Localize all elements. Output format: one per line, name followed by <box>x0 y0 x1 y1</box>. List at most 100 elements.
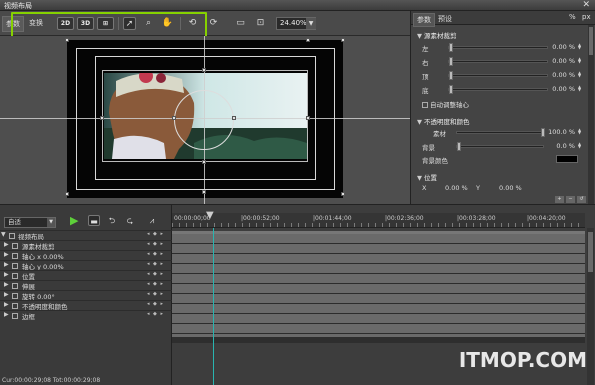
tab-presets[interactable]: 预设 <box>435 13 455 25</box>
tab-panel-parameters[interactable]: 参数 <box>413 13 435 27</box>
source-opacity-slider[interactable] <box>456 128 545 137</box>
corner-handle[interactable] <box>341 192 345 196</box>
crop-top-slider[interactable] <box>448 71 548 80</box>
track-checkbox[interactable] <box>12 283 18 289</box>
track-row[interactable]: ▶ 位置 ◂ ◆ ▸ <box>0 270 172 281</box>
spin-arrows-icon[interactable]: ▲ ▼ <box>578 142 582 149</box>
corner-handle[interactable] <box>65 192 69 196</box>
position-x-value[interactable]: 0.00 % <box>445 184 468 192</box>
scroll-thumb[interactable] <box>588 232 593 272</box>
chevron-down-icon[interactable]: ▼ <box>47 218 55 227</box>
track-checkbox[interactable] <box>12 253 18 259</box>
resize-handle[interactable] <box>202 190 206 194</box>
source-opacity-value[interactable]: 100.0 % <box>548 128 575 136</box>
keyframe-rows[interactable] <box>172 231 585 337</box>
safe-area-icon[interactable]: ▭ <box>234 17 247 30</box>
resize-handle[interactable] <box>202 160 206 164</box>
crop-top-value[interactable]: 0.00 % <box>552 71 575 79</box>
background-color-swatch[interactable] <box>556 155 578 163</box>
close-icon[interactable]: ✕ <box>582 0 590 10</box>
window-title: 视频布局 <box>4 2 32 10</box>
preview-area[interactable] <box>0 36 410 204</box>
track-row[interactable]: ▶ 源素材裁剪 ◂ ◆ ▸ <box>0 240 172 251</box>
resize-handle[interactable] <box>306 116 310 120</box>
reset-icon[interactable]: ↺ <box>577 196 586 203</box>
opacity-section-header[interactable]: ▼ 不透明度和颜色 <box>417 116 470 126</box>
track-row[interactable]: ▶ 不透明度和颜色 ◂ ◆ ▸ <box>0 300 172 311</box>
timeline-vscrollbar[interactable] <box>587 228 594 385</box>
redo-icon[interactable]: ⟳ <box>207 17 220 30</box>
crop-bottom-value[interactable]: 0.00 % <box>552 85 575 93</box>
crop-left-value[interactable]: 0.00 % <box>552 43 575 51</box>
track-checkbox[interactable] <box>12 293 18 299</box>
resize-handle[interactable] <box>202 68 206 72</box>
background-color-label: 背景颜色 <box>422 157 448 165</box>
timeline-area: 自适 ▼ ▶ ▬ ⮌ ⮎ ⩘ ▼ 视频布局 ◂ ◆ ▸ ▶ 源素材裁剪 ◂ ◆ ▸ ▶ 轴心… <box>0 204 595 385</box>
crop-section-header[interactable]: ▼ 源素材裁剪 <box>417 30 457 40</box>
panel-scrollbar[interactable] <box>588 25 594 204</box>
track-checkbox[interactable] <box>9 233 15 239</box>
resize-handle[interactable] <box>100 116 104 120</box>
timeline-hscrollbar[interactable] <box>172 337 585 343</box>
crop-right-slider[interactable] <box>448 57 548 66</box>
background-opacity-slider[interactable] <box>456 142 544 151</box>
background-opacity-value[interactable]: 0.0 % <box>556 142 575 150</box>
spin-arrows-icon[interactable]: ▲ ▼ <box>578 57 582 64</box>
track-checkbox[interactable] <box>12 313 18 319</box>
playhead-line[interactable] <box>213 228 214 385</box>
chevron-down-icon[interactable]: ▼ <box>306 18 316 29</box>
slider-knob[interactable] <box>457 142 461 151</box>
track-row[interactable]: ▶ 旋转 0.00° ◂ ◆ ▸ <box>0 290 172 301</box>
track-row[interactable]: ▶ 轴心 x 0.00% ◂ ◆ ▸ <box>0 250 172 261</box>
scroll-thumb[interactable] <box>589 27 593 55</box>
percent-unit-icon[interactable]: % <box>569 13 576 21</box>
next-keyframe-icon[interactable]: ⮎ <box>124 215 136 226</box>
prev-keyframe-icon[interactable]: ⮌ <box>106 215 118 226</box>
crop-right-value[interactable]: 0.00 % <box>552 57 575 65</box>
track-row[interactable]: ▶ 伸展 ◂ ◆ ▸ <box>0 280 172 291</box>
slider-knob[interactable] <box>449 71 453 80</box>
slider-knob[interactable] <box>449 57 453 66</box>
track-checkbox[interactable] <box>12 273 18 279</box>
auto-adjust-checkbox[interactable]: 自动调整轴心 <box>422 99 469 109</box>
rotation-handle[interactable] <box>232 116 236 120</box>
track-row[interactable]: ▶ 边框 ◂ ◆ ▸ <box>0 310 172 321</box>
graph-icon[interactable]: ⩘ <box>146 215 158 226</box>
timecode-readout: Cur:00:00:29;08 Tot:00:00:29;08 <box>2 377 101 384</box>
corner-handle[interactable] <box>341 38 345 42</box>
track-checkbox[interactable] <box>12 243 18 249</box>
track-checkbox[interactable] <box>12 263 18 269</box>
resize-handle[interactable] <box>306 38 310 42</box>
rotation-handle[interactable] <box>172 116 176 120</box>
track-list: 自适 ▼ ▶ ▬ ⮌ ⮎ ⩘ ▼ 视频布局 ◂ ◆ ▸ ▶ 源素材裁剪 ◂ ◆ ▸ ▶ 轴心… <box>0 205 172 385</box>
slider-knob[interactable] <box>541 128 545 137</box>
spin-arrows-icon[interactable]: ▲ ▼ <box>578 85 582 92</box>
keyframe-area[interactable]: 00:00:00;00 |00:00:52;00 |00:01:44;00 |0… <box>172 205 595 385</box>
playhead-marker-icon[interactable]: ▼ <box>206 210 214 221</box>
track-checkbox[interactable] <box>12 303 18 309</box>
preset-select[interactable]: 自适 ▼ <box>4 217 56 228</box>
slider-knob[interactable] <box>449 85 453 94</box>
fit-window-icon[interactable]: ⊡ <box>254 17 267 30</box>
remove-icon[interactable]: − <box>566 196 575 203</box>
parameters-panel: 参数 预设 % px ▼ 源素材裁剪 左 0.00 % ▲ ▼ 右 0.00 % ▲… <box>410 11 595 204</box>
add-icon[interactable]: + <box>555 196 564 203</box>
track-row[interactable]: ▼ 视频布局 ◂ ◆ ▸ <box>0 230 172 241</box>
play-icon[interactable]: ▶ <box>70 214 78 227</box>
checkbox-box[interactable] <box>422 102 428 108</box>
time-ruler[interactable]: 00:00:00;00 |00:00:52;00 |00:01:44;00 |0… <box>172 213 585 228</box>
pixel-unit-icon[interactable]: px <box>582 13 591 21</box>
crop-bottom-slider[interactable] <box>448 85 548 94</box>
slider-knob[interactable] <box>449 43 453 52</box>
crop-left-slider[interactable] <box>448 43 548 52</box>
rotation-circle[interactable] <box>174 90 234 150</box>
spin-arrows-icon[interactable]: ▲ ▼ <box>578 128 582 135</box>
position-section-header[interactable]: ▼ 位置 <box>417 172 437 182</box>
spin-arrows-icon[interactable]: ▲ ▼ <box>578 43 582 50</box>
spin-arrows-icon[interactable]: ▲ ▼ <box>578 71 582 78</box>
monitor-icon[interactable]: ▬ <box>88 215 100 226</box>
position-y-value[interactable]: 0.00 % <box>499 184 522 192</box>
crop-right-label: 右 <box>422 59 429 67</box>
track-row[interactable]: ▶ 轴心 y 0.00% ◂ ◆ ▸ <box>0 260 172 271</box>
corner-handle[interactable] <box>65 38 69 42</box>
